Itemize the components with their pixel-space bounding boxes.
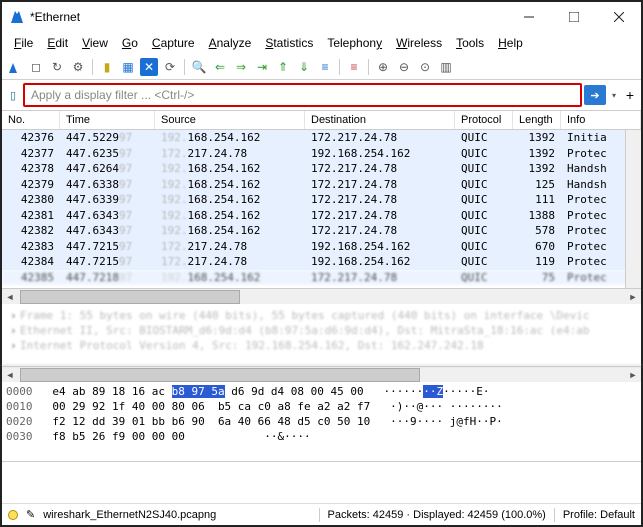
menu-edit[interactable]: Edit <box>41 34 74 52</box>
filter-history-dropdown[interactable]: ▾ <box>608 85 620 105</box>
menu-tools[interactable]: Tools <box>450 34 490 52</box>
packet-row[interactable]: 42377447.623597172.217.24.78192.168.254.… <box>2 146 641 162</box>
packet-row[interactable]: 42379447.633897192.168.254.162172.217.24… <box>2 177 641 193</box>
packet-row[interactable]: 42381447.634397192.168.254.162172.217.24… <box>2 208 641 224</box>
save-file-icon[interactable]: ▦ <box>119 58 137 76</box>
menu-wireless[interactable]: Wireless <box>390 34 448 52</box>
zoom-in-icon[interactable]: ⊕ <box>374 58 392 76</box>
menu-capture[interactable]: Capture <box>146 34 201 52</box>
open-file-icon[interactable]: ▮ <box>98 58 116 76</box>
first-icon[interactable]: ⇑ <box>274 58 292 76</box>
find-icon[interactable]: 🔍 <box>190 58 208 76</box>
resize-cols-icon[interactable]: ▥ <box>437 58 455 76</box>
packet-bytes-pane[interactable]: 0000 e4 ab 89 18 16 ac b8 97 5a d6 9d d4… <box>2 382 641 462</box>
title-bar: *Ethernet <box>2 2 641 32</box>
col-length[interactable]: Length <box>513 111 561 129</box>
menu-analyze[interactable]: Analyze <box>203 34 258 52</box>
menu-go[interactable]: Go <box>116 34 144 52</box>
colorize-icon[interactable]: ≡ <box>345 58 363 76</box>
capture-options-icon[interactable]: ⚙ <box>69 58 87 76</box>
restart-capture-icon[interactable]: ↻ <box>48 58 66 76</box>
start-capture-icon[interactable] <box>6 58 24 76</box>
capture-file-icon[interactable]: ✎ <box>26 508 35 521</box>
details-scrollbar[interactable]: ◄► <box>2 366 641 382</box>
status-bar: ✎ wireshark_EthernetN2SJ40.pcapng Packet… <box>2 503 641 525</box>
window-title: *Ethernet <box>30 10 506 24</box>
packet-row[interactable]: 42380447.633997192.168.254.162172.217.24… <box>2 192 641 208</box>
zoom-reset-icon[interactable]: ⊙ <box>416 58 434 76</box>
menu-telephony[interactable]: Telephony <box>321 34 388 52</box>
packet-row[interactable]: 42384447.721597172.217.24.78192.168.254.… <box>2 254 641 270</box>
horizontal-scrollbar[interactable]: ◄► <box>2 288 641 304</box>
packet-row[interactable]: 42383447.721597172.217.24.78192.168.254.… <box>2 239 641 255</box>
packet-row[interactable]: 42378447.626497192.168.254.162172.217.24… <box>2 161 641 177</box>
expert-info-icon[interactable] <box>8 510 18 520</box>
next-icon[interactable]: ⇒ <box>232 58 250 76</box>
packet-row[interactable]: 42376447.522997192.168.254.162172.217.24… <box>2 130 641 146</box>
col-no[interactable]: No. <box>2 111 60 129</box>
packet-list: 42376447.522997192.168.254.162172.217.24… <box>2 130 641 288</box>
col-source[interactable]: Source <box>155 111 305 129</box>
zoom-out-icon[interactable]: ⊖ <box>395 58 413 76</box>
status-profile[interactable]: Profile: Default <box>563 509 635 521</box>
menu-file[interactable]: File <box>8 34 39 52</box>
menu-help[interactable]: Help <box>492 34 529 52</box>
filter-bar: ▯ Apply a display filter ... <Ctrl-/> ➔ … <box>2 80 641 110</box>
col-destination[interactable]: Destination <box>305 111 455 129</box>
app-icon <box>10 10 24 24</box>
stop-capture-icon[interactable]: ◻ <box>27 58 45 76</box>
status-filename: wireshark_EthernetN2SJ40.pcapng <box>43 509 310 521</box>
maximize-button[interactable] <box>551 2 596 32</box>
goto-icon[interactable]: ⇥ <box>253 58 271 76</box>
packet-details-pane[interactable]: ›Frame 1: 55 bytes on wire (440 bits), 5… <box>2 304 641 366</box>
packet-row[interactable]: 42385447.721897192.168.254.162172.217.24… <box>2 270 641 286</box>
packet-row[interactable]: 42382447.634397192.168.254.162172.217.24… <box>2 223 641 239</box>
add-filter-button[interactable]: + <box>622 85 638 105</box>
col-protocol[interactable]: Protocol <box>455 111 513 129</box>
menu-statistics[interactable]: Statistics <box>259 34 319 52</box>
bookmark-icon[interactable]: ▯ <box>5 87 21 103</box>
col-time[interactable]: Time <box>60 111 155 129</box>
minimize-button[interactable] <box>506 2 551 32</box>
display-filter-input[interactable]: Apply a display filter ... <Ctrl-/> <box>23 83 582 107</box>
close-file-icon[interactable]: ✕ <box>140 58 158 76</box>
col-info[interactable]: Info <box>561 111 641 129</box>
prev-icon[interactable]: ⇐ <box>211 58 229 76</box>
menu-bar: File Edit View Go Capture Analyze Statis… <box>2 32 641 54</box>
last-icon[interactable]: ⇓ <box>295 58 313 76</box>
vertical-scrollbar[interactable] <box>625 130 641 288</box>
menu-view[interactable]: View <box>76 34 114 52</box>
status-packets: Packets: 42459 · Displayed: 42459 (100.0… <box>328 509 546 521</box>
reload-icon[interactable]: ⟳ <box>161 58 179 76</box>
packet-list-header: No. Time Source Destination Protocol Len… <box>2 110 641 130</box>
autoscroll-icon[interactable]: ≡ <box>316 58 334 76</box>
close-button[interactable] <box>596 2 641 32</box>
apply-filter-button[interactable]: ➔ <box>584 85 606 105</box>
toolbar: ◻ ↻ ⚙ ▮ ▦ ✕ ⟳ 🔍 ⇐ ⇒ ⇥ ⇑ ⇓ ≡ ≡ ⊕ ⊖ ⊙ ▥ <box>2 54 641 80</box>
